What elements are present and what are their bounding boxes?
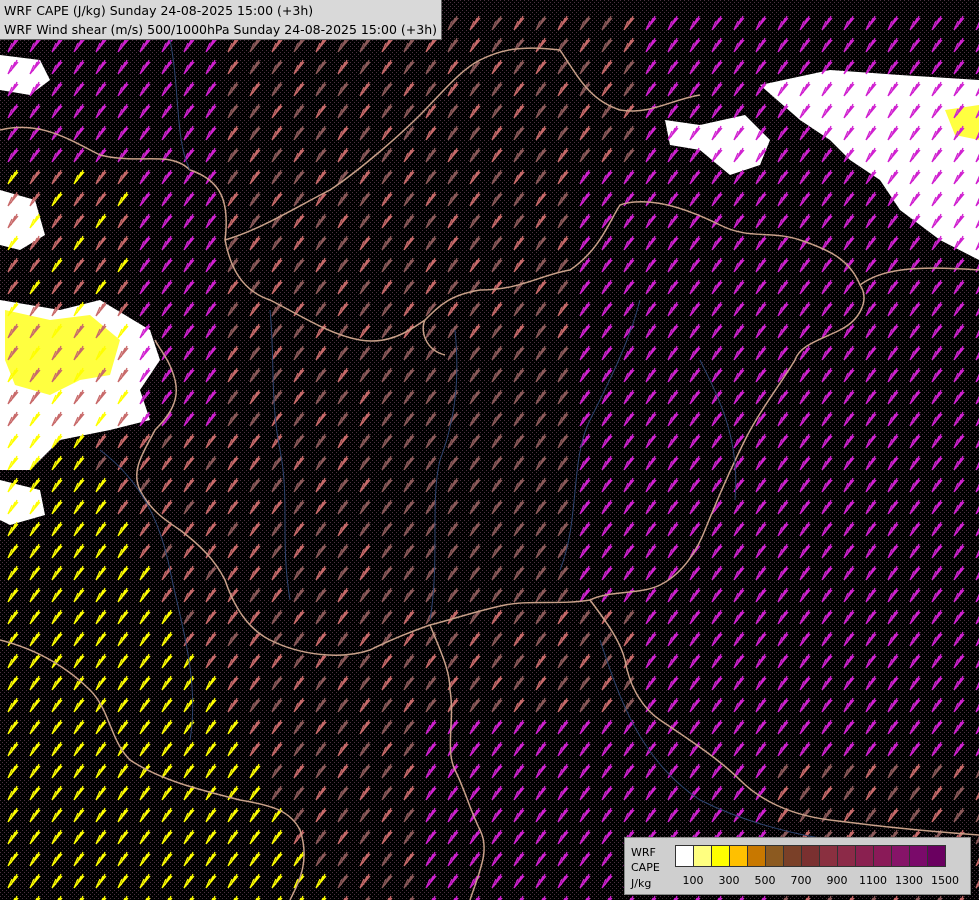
legend-tick-label: 1100 — [859, 874, 887, 887]
title-cape: WRF CAPE (J/kg) Sunday 24-08-2025 15:00 … — [4, 3, 314, 18]
legend-tick-label: 1300 — [895, 874, 923, 887]
legend-swatch — [748, 846, 766, 866]
legend-tick-label: 1500 — [931, 874, 959, 887]
legend-swatch — [928, 846, 945, 866]
legend-swatch — [676, 846, 694, 866]
legend-swatch — [856, 846, 874, 866]
legend-swatch — [766, 846, 784, 866]
legend-swatch — [694, 846, 712, 866]
legend-tick-labels: 100 300 500 700 900 1100 1300 1500 — [675, 874, 965, 888]
legend-color-scale — [675, 845, 946, 867]
legend-swatch — [874, 846, 892, 866]
legend-swatch — [712, 846, 730, 866]
legend-tick-label: 300 — [718, 874, 740, 887]
cape-legend: WRF CAPE J/kg 100 300 500 700 900 1100 1300 150… — [624, 837, 971, 895]
title-wind-shear: WRF Wind shear (m/s) 500/1000hPa Sunday … — [4, 22, 437, 37]
legend-swatch — [892, 846, 910, 866]
legend-swatch — [910, 846, 928, 866]
legend-label-unit: J/kg — [631, 877, 652, 890]
map-title: WRF CAPE (J/kg) Sunday 24-08-2025 15:00 … — [0, 0, 442, 40]
legend-swatch — [730, 846, 748, 866]
legend-label-cape: CAPE — [631, 861, 660, 874]
legend-tick-label: 700 — [790, 874, 812, 887]
legend-tick-label: 100 — [682, 874, 704, 887]
legend-swatch — [820, 846, 838, 866]
weather-map — [0, 0, 979, 900]
legend-swatch — [838, 846, 856, 866]
legend-label-wrf: WRF — [631, 846, 656, 859]
legend-swatch — [784, 846, 802, 866]
legend-swatch — [802, 846, 820, 866]
legend-tick-label: 900 — [826, 874, 848, 887]
legend-tick-label: 500 — [754, 874, 776, 887]
